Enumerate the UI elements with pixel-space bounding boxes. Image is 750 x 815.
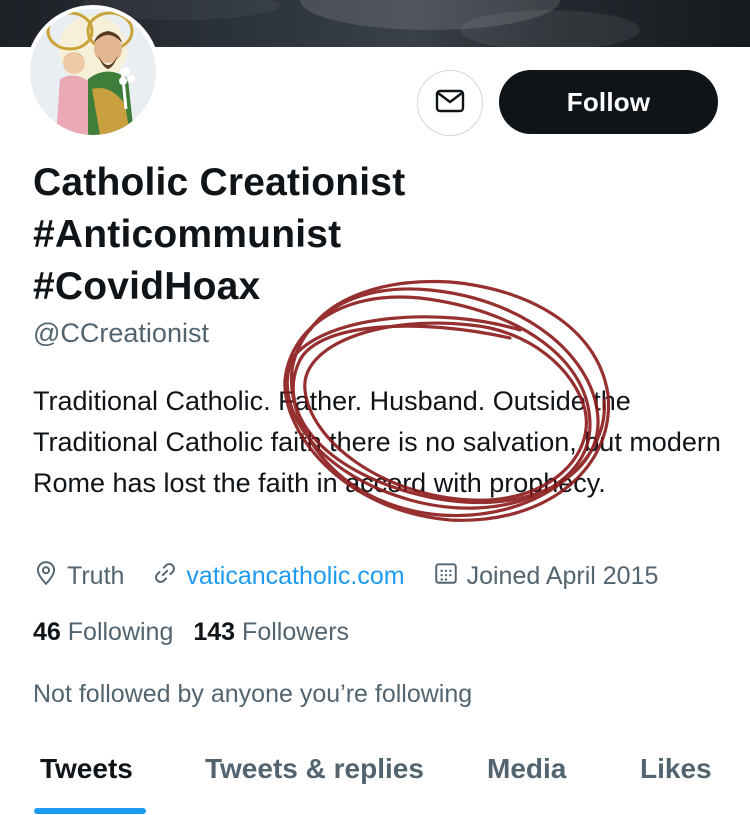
website-item[interactable]: vaticancatholic.com — [152, 560, 405, 593]
location-text: Truth — [67, 561, 125, 590]
envelope-icon — [435, 89, 465, 118]
joined-text: Joined April 2015 — [466, 561, 659, 590]
follow-button[interactable]: Follow — [499, 70, 718, 134]
followers-stat[interactable]: 143 Followers — [193, 618, 349, 647]
followers-label: Followers — [242, 618, 350, 646]
link-icon — [152, 560, 186, 593]
not-followed-notice: Not followed by anyone you’re following — [33, 680, 473, 708]
profile-meta: Truth vaticancatholic.com Joined April 2… — [33, 558, 686, 594]
tab-tweets[interactable]: Tweets — [40, 753, 133, 785]
display-name-line-2[interactable]: #Anticommunist — [33, 209, 593, 261]
display-name: Catholic Creationist #Anticommunist #Cov… — [33, 157, 593, 313]
display-name-line-1: Catholic Creationist — [33, 161, 406, 204]
location-pin-icon — [33, 560, 67, 593]
tab-tweets-replies[interactable]: Tweets & replies — [205, 753, 424, 785]
following-stat[interactable]: 46 Following — [33, 618, 173, 647]
active-tab-indicator — [34, 808, 146, 814]
calendar-icon — [433, 560, 467, 593]
website-link[interactable]: vaticancatholic.com — [186, 562, 404, 591]
followers-count: 143 — [193, 618, 236, 646]
follow-stats: 46 Following 143 Followers — [33, 618, 369, 647]
joined-item: Joined April 2015 — [433, 560, 659, 593]
display-name-line-3[interactable]: #CovidHoax — [33, 261, 593, 313]
username-handle: @CCreationist — [33, 318, 209, 348]
message-button[interactable] — [417, 70, 483, 136]
profile-avatar[interactable] — [26, 5, 160, 139]
tab-media[interactable]: Media — [487, 753, 566, 785]
following-count: 46 — [33, 618, 61, 646]
following-label: Following — [67, 618, 174, 646]
profile-bio: Traditional Catholic. Father. Husband. O… — [33, 386, 721, 498]
tab-likes[interactable]: Likes — [640, 753, 712, 785]
profile-tabs: Tweets Tweets & replies Media Likes — [0, 745, 750, 815]
location-item: Truth — [33, 560, 124, 593]
